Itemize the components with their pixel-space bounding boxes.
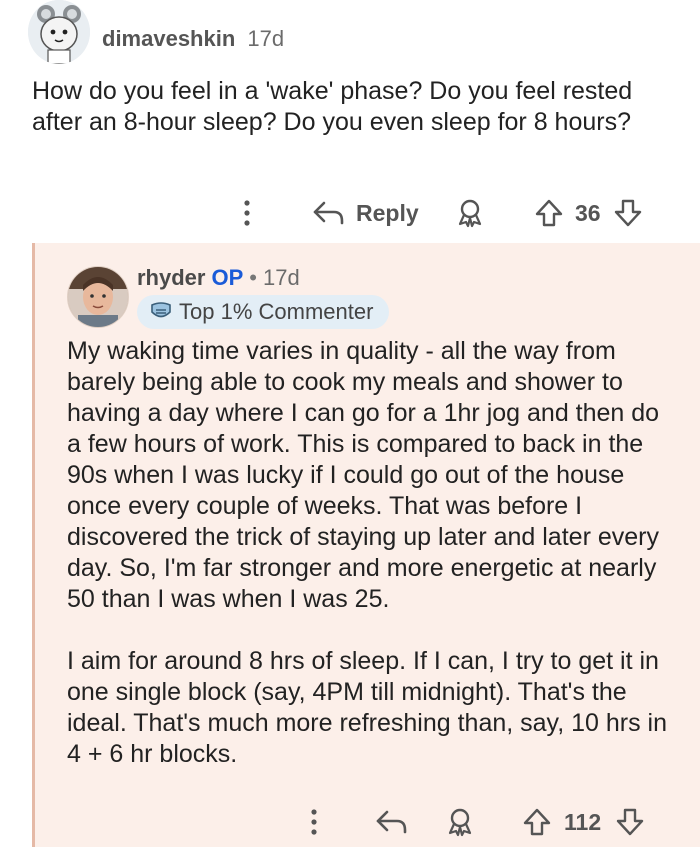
commenter-badge[interactable]: Top 1% Commenter: [137, 295, 390, 329]
comment-body: How do you feel in a 'wake' phase? Do yo…: [32, 77, 633, 136]
reply-comment: rhyder OP • 17d Top 1% Commenter My waking …: [32, 243, 700, 847]
commenter-badge-icon: [149, 301, 173, 323]
upvote-button[interactable]: [522, 799, 552, 845]
upvote-button[interactable]: [534, 190, 564, 236]
downvote-arrow-icon: [613, 198, 643, 228]
award-icon: [445, 807, 475, 837]
separator: •: [249, 265, 257, 290]
badge-label: Top 1% Commenter: [179, 299, 374, 324]
downvote-button[interactable]: [613, 190, 643, 236]
timestamp: 17d: [262, 265, 300, 290]
downvote-arrow-icon: [615, 807, 645, 837]
timestamp: 17d: [247, 26, 285, 51]
comment-actions: 112: [35, 799, 700, 845]
reply-button[interactable]: Reply: [312, 190, 419, 236]
comment-header: rhyder OP • 17d: [137, 265, 300, 291]
reply-arrow-icon: [312, 199, 346, 227]
more-options-button[interactable]: [240, 190, 254, 236]
award-icon: [455, 198, 485, 228]
downvote-button[interactable]: [615, 799, 645, 845]
more-vertical-icon: [307, 807, 321, 837]
parent-comment: dimaveshkin 17d How do you feel in a 'wa…: [0, 0, 700, 243]
paragraph: I aim for around 8 hrs of sleep. If I ca…: [67, 647, 667, 768]
award-button[interactable]: [445, 799, 475, 845]
upvote-arrow-icon: [534, 198, 564, 228]
avatar[interactable]: [28, 0, 90, 64]
award-button[interactable]: [455, 190, 485, 236]
more-options-button[interactable]: [307, 799, 321, 845]
upvote-arrow-icon: [522, 807, 552, 837]
more-vertical-icon: [240, 198, 254, 228]
comment-actions: Reply 36: [0, 190, 700, 236]
op-label: OP: [211, 265, 244, 290]
reply-label: Reply: [356, 199, 419, 226]
username[interactable]: dimaveshkin: [102, 26, 235, 51]
avatar[interactable]: [67, 266, 129, 328]
username[interactable]: rhyder: [137, 265, 205, 290]
reply-button[interactable]: [375, 799, 409, 845]
vote-count: 36: [575, 199, 601, 226]
comment-body: My waking time varies in quality - all t…: [67, 336, 677, 801]
reply-arrow-icon: [375, 808, 409, 836]
vote-count: 112: [564, 808, 602, 835]
comment-header: dimaveshkin 17d: [102, 26, 284, 52]
paragraph: My waking time varies in quality - all t…: [67, 337, 660, 613]
